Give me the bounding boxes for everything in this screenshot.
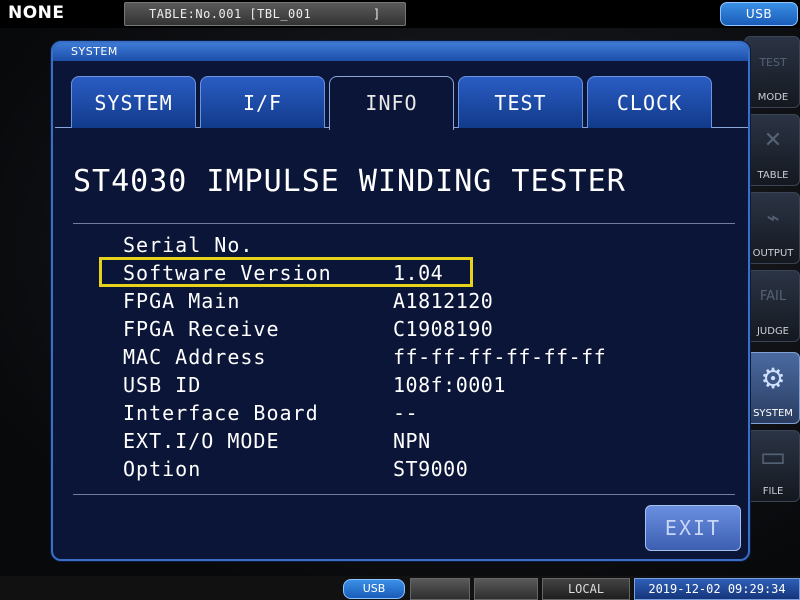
- local-status: LOCAL: [542, 578, 630, 600]
- status-slot: [410, 578, 470, 600]
- info-value: ST9000: [393, 457, 469, 481]
- table-icon: ✕: [763, 128, 783, 153]
- info-row-mac-address: MAC Address ff-ff-ff-ff-ff-ff: [123, 345, 683, 373]
- info-value: --: [393, 401, 419, 425]
- tab-info[interactable]: INFO: [329, 76, 454, 130]
- info-row-fpga-receive: FPGA Receive C1908190: [123, 317, 683, 345]
- tab-test[interactable]: TEST: [458, 76, 583, 128]
- info-value: NPN: [393, 429, 431, 453]
- usb-status-badge: USB: [343, 579, 405, 599]
- software-version-highlight: [99, 257, 473, 287]
- info-label: MAC Address: [123, 345, 267, 369]
- datetime-display: 2019-12-02 09:29:34: [634, 578, 800, 600]
- sidebar-item-judge[interactable]: FAIL JUDGE: [744, 270, 800, 342]
- sidebar-item-file[interactable]: ▭ FILE: [744, 430, 800, 502]
- page-title: ST4030 IMPULSE WINDING TESTER: [73, 164, 626, 199]
- sidebar-item-table[interactable]: ✕ TABLE: [744, 114, 800, 186]
- tab-clock[interactable]: CLOCK: [587, 76, 712, 128]
- status-slot: [474, 578, 538, 600]
- info-label: Serial No.: [123, 233, 254, 257]
- folder-icon: ▭: [759, 440, 787, 473]
- status-bar: USB LOCAL 2019-12-02 09:29:34: [0, 576, 800, 600]
- output-icon: ⌁: [766, 206, 780, 231]
- info-label: FPGA Receive: [123, 317, 280, 341]
- info-label: EXT.I/O MODE: [123, 429, 280, 453]
- sidebar-item-system[interactable]: ⚙ SYSTEM: [744, 352, 800, 424]
- info-row-usb-id: USB ID 108f:0001: [123, 373, 683, 401]
- info-value: C1908190: [393, 317, 494, 341]
- info-value: ff-ff-ff-ff-ff-ff: [393, 345, 607, 369]
- tab-bar: SYSTEM I/F INFO TEST CLOCK: [71, 76, 731, 130]
- info-label: Option: [123, 457, 202, 481]
- info-panel: ST4030 IMPULSE WINDING TESTER Serial No.…: [55, 127, 748, 559]
- sidebar-item-label: FILE: [762, 486, 784, 497]
- test-bdv-mode-icon: TEST: [759, 56, 787, 69]
- table-selector[interactable]: TABLE:No.001 [TBL_001 ]: [124, 2, 406, 26]
- info-row-interface-board: Interface Board --: [123, 401, 683, 429]
- sidebar-item-mode[interactable]: TEST MODE: [744, 36, 800, 108]
- info-row-ext-io-mode: EXT.I/O MODE NPN: [123, 429, 683, 457]
- info-row-fpga-main: FPGA Main A1812120: [123, 289, 683, 317]
- divider-top: [73, 223, 735, 224]
- exit-button[interactable]: EXIT: [645, 505, 741, 551]
- system-dialog: SYSTEM ST4030 IMPULSE WINDING TESTER Ser…: [51, 41, 750, 561]
- info-row-option: Option ST9000: [123, 457, 683, 485]
- info-value: 108f:0001: [393, 373, 506, 397]
- status-none-label: NONE: [8, 3, 65, 23]
- gear-icon: ⚙: [760, 362, 786, 395]
- sidebar-item-label: OUTPUT: [752, 248, 794, 259]
- info-value: A1812120: [393, 289, 494, 313]
- divider-bottom: [73, 494, 735, 495]
- dialog-title: SYSTEM: [53, 43, 748, 61]
- tab-system[interactable]: SYSTEM: [71, 76, 196, 128]
- sidebar-item-label: SYSTEM: [753, 408, 793, 419]
- sidebar-item-label: JUDGE: [756, 326, 790, 337]
- info-label: USB ID: [123, 373, 202, 397]
- sidebar-item-output[interactable]: ⌁ OUTPUT: [744, 192, 800, 264]
- sidebar-item-label: MODE: [757, 92, 789, 103]
- info-label: Interface Board: [123, 401, 319, 425]
- usb-button[interactable]: USB: [720, 2, 798, 26]
- right-sidebar: TEST MODE ✕ TABLE ⌁ OUTPUT FAIL JUDGE ⚙ …: [744, 30, 800, 510]
- info-label: FPGA Main: [123, 289, 241, 313]
- sidebar-item-label: TABLE: [757, 170, 789, 181]
- top-bar: NONE TABLE:No.001 [TBL_001 ] USB: [0, 0, 800, 28]
- pass-fail-judge-icon: FAIL: [759, 289, 787, 304]
- tab-if[interactable]: I/F: [200, 76, 325, 128]
